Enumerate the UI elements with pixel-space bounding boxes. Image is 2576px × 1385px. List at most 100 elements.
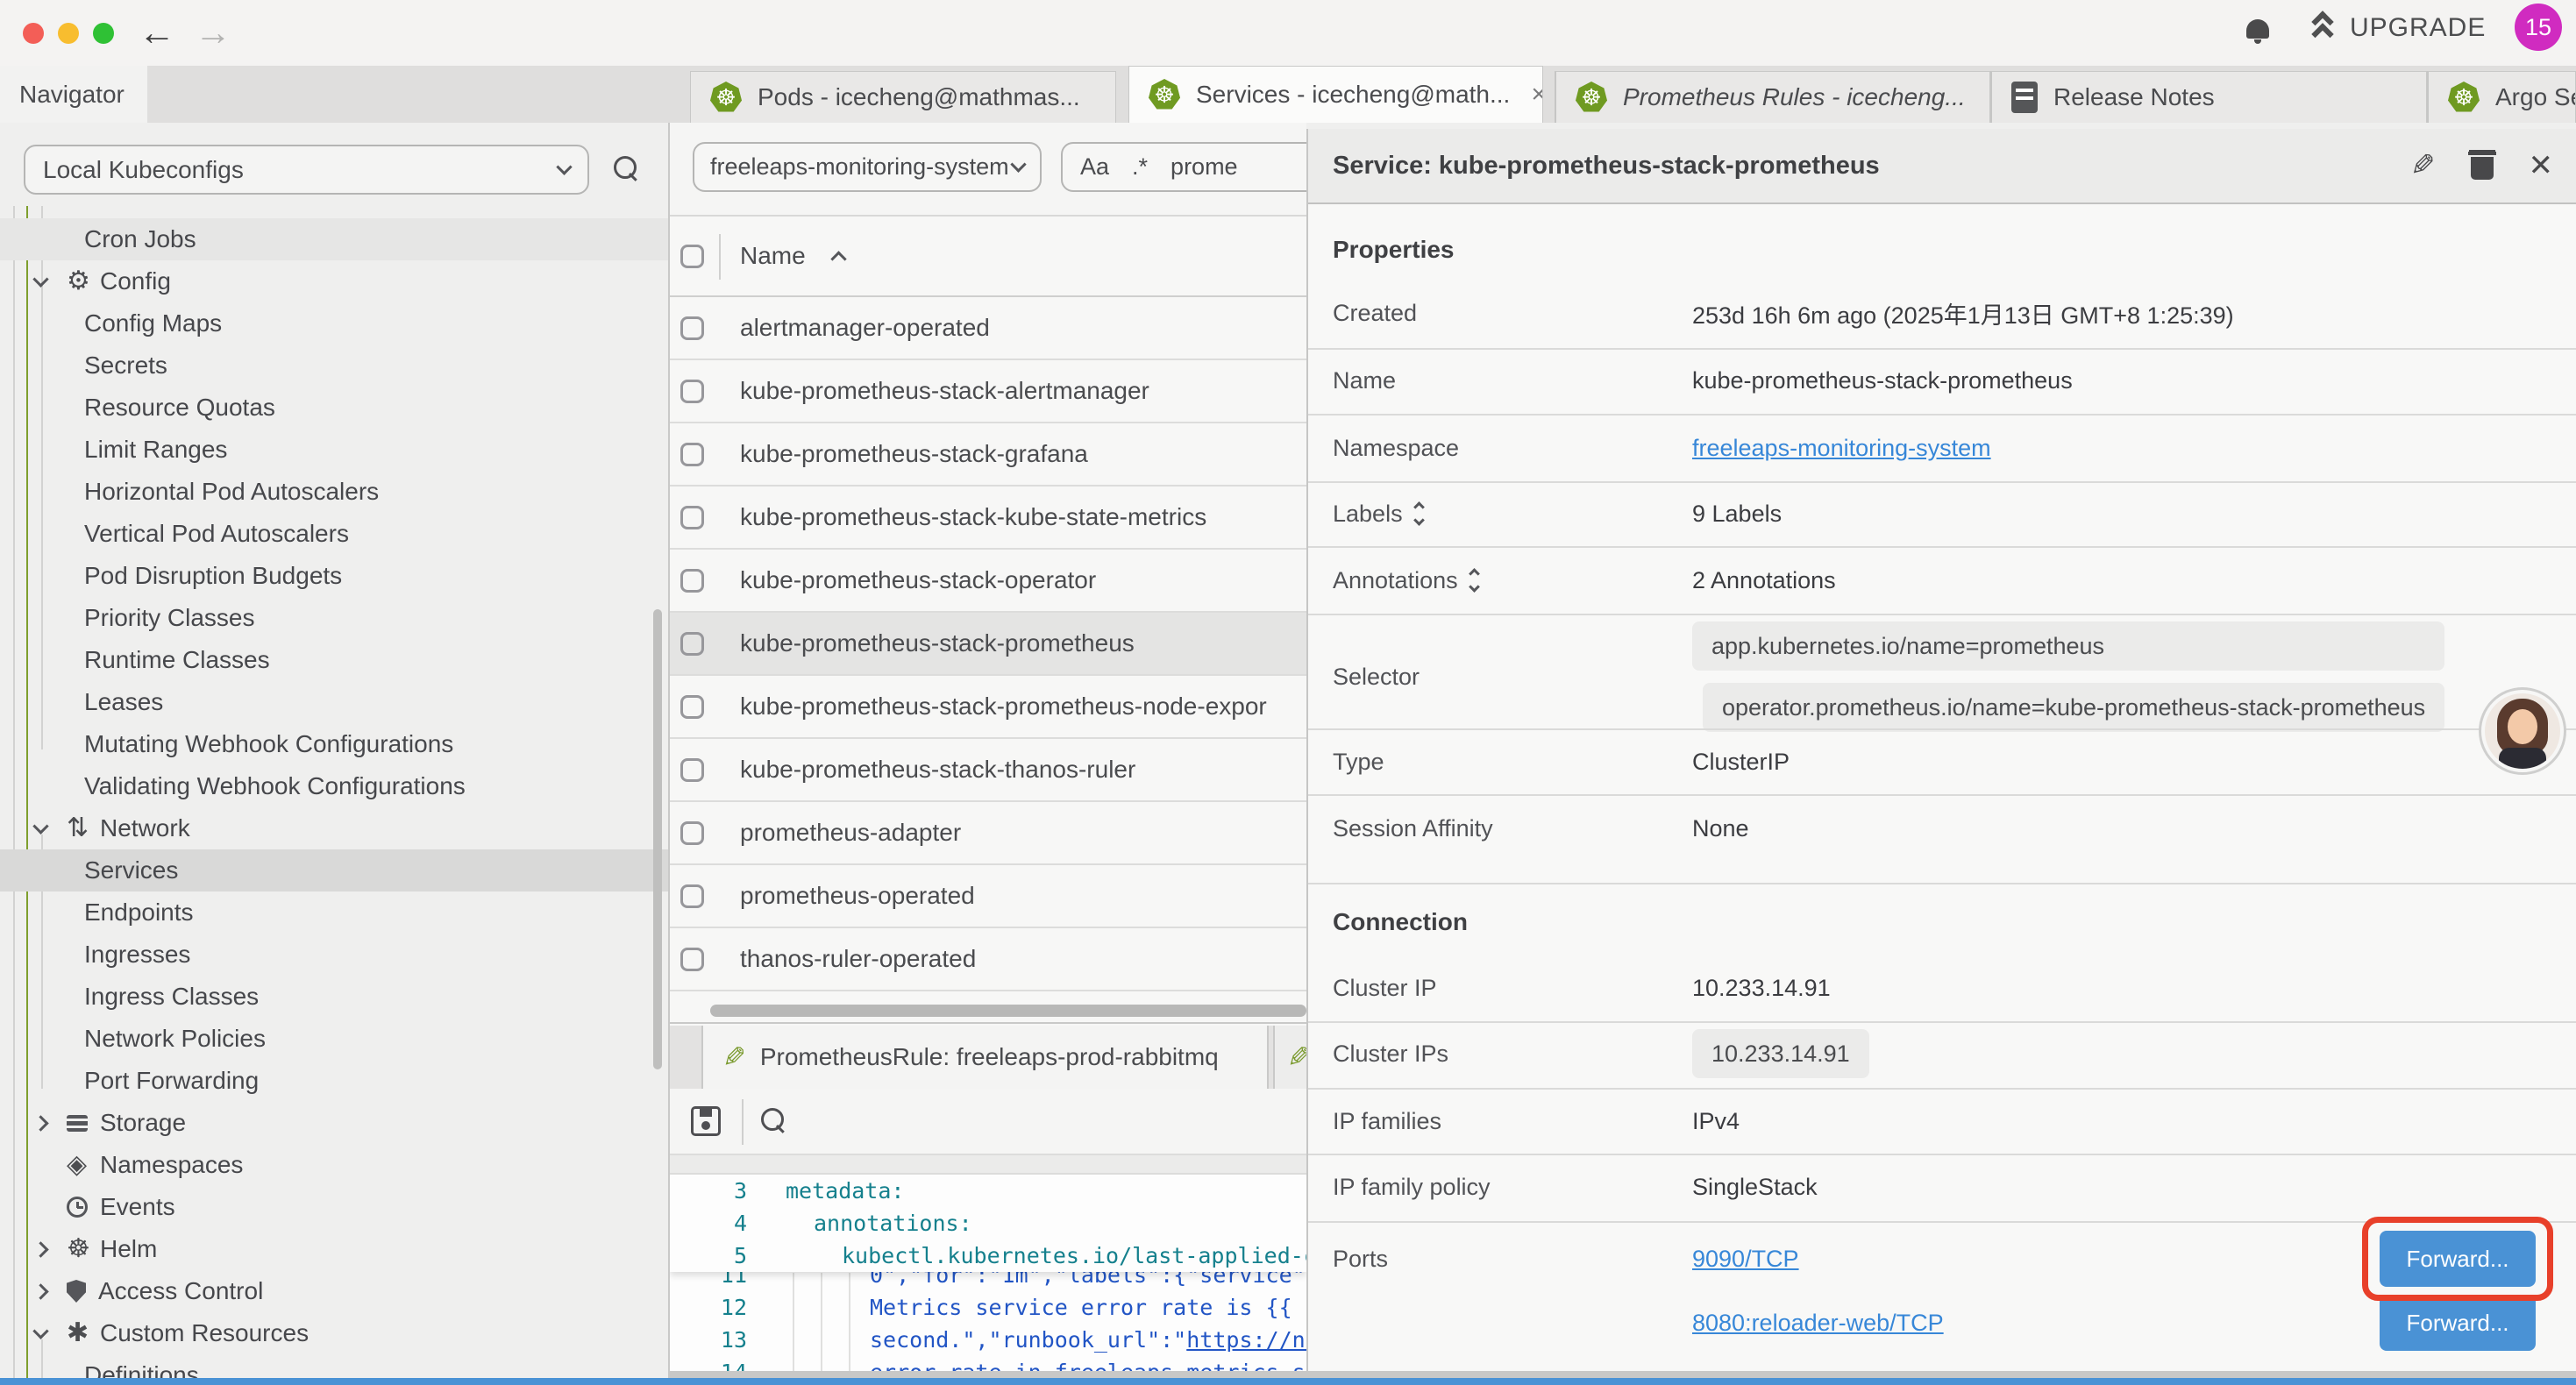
table-row-kube-prometheus-stack-prometheus[interactable]: kube-prometheus-stack-prometheus xyxy=(670,613,1306,676)
horizontal-scrollbar[interactable] xyxy=(710,1005,1306,1017)
editor-sticky-lines: 3metadata:4annotations:5kubectl.kubernet… xyxy=(670,1175,1306,1272)
row-checkbox[interactable] xyxy=(680,632,704,656)
sidebar-item-events[interactable]: Events xyxy=(0,1186,670,1228)
sidebar-item-mutating-webhook-configurations[interactable]: Mutating Webhook Configurations xyxy=(0,723,670,765)
sidebar-item-priority-classes[interactable]: Priority Classes xyxy=(0,597,670,639)
row-checkbox[interactable] xyxy=(680,506,704,529)
tab-pods[interactable]: ☸ Pods - icecheng@mathmas... xyxy=(690,71,1116,123)
sidebar-item-horizontal-pod-autoscalers[interactable]: Horizontal Pod Autoscalers xyxy=(0,471,670,513)
sidebar-item-validating-webhook-configurations[interactable]: Validating Webhook Configurations xyxy=(0,765,670,807)
sidebar-item-ingress-classes[interactable]: Ingress Classes xyxy=(0,976,670,1018)
upgrade-button[interactable]: UPGRADE xyxy=(2311,12,2486,44)
sidebar-item-network-policies[interactable]: Network Policies xyxy=(0,1018,670,1060)
sidebar-item-cron-jobs[interactable]: Cron Jobs xyxy=(0,218,670,260)
edit-pencil-icon[interactable]: ✎ xyxy=(2410,148,2436,183)
sidebar-item-config[interactable]: ⚙Config xyxy=(0,260,670,302)
sidebar-item-endpoints[interactable]: Endpoints xyxy=(0,891,670,934)
sidebar-item-port-forwarding[interactable]: Port Forwarding xyxy=(0,1060,670,1102)
search-icon[interactable] xyxy=(761,1108,787,1134)
sidebar-item-custom-resources[interactable]: ✱Custom Resources xyxy=(0,1312,670,1354)
yaml-editor[interactable]: 3metadata:4annotations:5kubectl.kubernet… xyxy=(670,1175,1306,1378)
sidebar-item-resource-quotas[interactable]: Resource Quotas xyxy=(0,387,670,429)
traffic-light-zoom-button[interactable] xyxy=(93,23,114,44)
kubernetes-icon: ☸ xyxy=(710,82,742,113)
table-row-prometheus-adapter[interactable]: prometheus-adapter xyxy=(670,802,1306,865)
sidebar-item-label: Namespaces xyxy=(100,1151,243,1179)
services-list-view: freeleaps-monitoring-system Aa .* prome … xyxy=(670,123,1306,1378)
tab-prometheus-rules[interactable]: ☸ Prometheus Rules - icecheng... xyxy=(1555,71,1990,123)
sort-toggle-icon[interactable] xyxy=(1470,570,1478,591)
row-checkbox[interactable] xyxy=(680,443,704,466)
table-row-kube-prometheus-stack-thanos-ruler[interactable]: kube-prometheus-stack-thanos-ruler xyxy=(670,739,1306,802)
table-row-kube-prometheus-stack-grafana[interactable]: kube-prometheus-stack-grafana xyxy=(670,423,1306,487)
sidebar-item-network[interactable]: ⇅Network xyxy=(0,807,670,849)
editor-tab-prometheusrule[interactable]: ✎ PrometheusRule: freeleaps-prod-rabbitm… xyxy=(701,1026,1269,1089)
sidebar-item-ingresses[interactable]: Ingresses xyxy=(0,934,670,976)
sidebar-item-runtime-classes[interactable]: Runtime Classes xyxy=(0,639,670,681)
port-link-8080[interactable]: 8080:reloader-web/TCP xyxy=(1692,1299,1944,1346)
notifications-bell-icon[interactable] xyxy=(2246,19,2269,39)
property-row-labels: Labels 9 Labels xyxy=(1333,487,2576,540)
port-link-9090[interactable]: 9090/TCP xyxy=(1692,1235,1799,1282)
row-checkbox[interactable] xyxy=(680,380,704,403)
traffic-light-minimize-button[interactable] xyxy=(58,23,79,44)
service-name: prometheus-adapter xyxy=(740,819,961,847)
service-name: alertmanager-operated xyxy=(740,314,990,342)
table-row-alertmanager-operated[interactable]: alertmanager-operated xyxy=(670,297,1306,360)
table-row-kube-prometheus-stack-prometheus-node-expor[interactable]: kube-prometheus-stack-prometheus-node-ex… xyxy=(670,676,1306,739)
row-checkbox[interactable] xyxy=(680,821,704,845)
traffic-light-close-button[interactable] xyxy=(23,23,44,44)
pane-divider[interactable] xyxy=(670,1022,1306,1024)
sidebar-item-services[interactable]: Services xyxy=(0,849,670,891)
navigator-tab[interactable]: Navigator xyxy=(0,66,147,123)
row-checkbox[interactable] xyxy=(680,758,704,782)
sidebar-scrollbar[interactable] xyxy=(653,609,662,1069)
user-badge[interactable]: 15 xyxy=(2515,4,2562,51)
row-checkbox[interactable] xyxy=(680,948,704,971)
back-arrow-icon[interactable]: ← xyxy=(139,12,175,53)
sidebar-item-secrets[interactable]: Secrets xyxy=(0,344,670,387)
table-row-kube-prometheus-stack-kube-state-metrics[interactable]: kube-prometheus-stack-kube-state-metrics xyxy=(670,487,1306,550)
sidebar-item-config-maps[interactable]: Config Maps xyxy=(0,302,670,344)
service-name: kube-prometheus-stack-grafana xyxy=(740,440,1088,468)
row-checkbox[interactable] xyxy=(680,695,704,719)
sort-toggle-icon[interactable] xyxy=(1415,503,1423,524)
forward-port-button[interactable]: Forward... xyxy=(2380,1295,2536,1351)
table-row-kube-prometheus-stack-operator[interactable]: kube-prometheus-stack-operator xyxy=(670,550,1306,613)
sidebar-item-label: Storage xyxy=(100,1109,186,1137)
close-panel-icon[interactable]: ✕ xyxy=(2529,148,2554,183)
delete-trash-icon[interactable] xyxy=(2471,152,2494,180)
sidebar-item-access-control[interactable]: Access Control xyxy=(0,1270,670,1312)
table-row-thanos-ruler-operated[interactable]: thanos-ruler-operated xyxy=(670,928,1306,991)
sidebar-item-leases[interactable]: Leases xyxy=(0,681,670,723)
sidebar-item-vertical-pod-autoscalers[interactable]: Vertical Pod Autoscalers xyxy=(0,513,670,555)
sidebar-item-namespaces[interactable]: ◈Namespaces xyxy=(0,1144,670,1186)
service-name: kube-prometheus-stack-operator xyxy=(740,566,1096,594)
tab-argo[interactable]: ☸ Argo Se xyxy=(2427,71,2576,123)
namespace-link[interactable]: freeleaps-monitoring-system xyxy=(1692,435,1991,462)
tab-release-notes[interactable]: Release Notes xyxy=(1990,71,2427,123)
editor-line-5: 5kubectl.kubernetes.io/last-applied-co xyxy=(670,1239,1306,1272)
property-value: SingleStack xyxy=(1692,1174,1818,1201)
property-value[interactable]: 2 Annotations xyxy=(1692,567,1836,594)
forward-arrow-icon[interactable]: → xyxy=(195,12,231,53)
table-row-kube-prometheus-stack-alertmanager[interactable]: kube-prometheus-stack-alertmanager xyxy=(670,360,1306,423)
sidebar-item-helm[interactable]: ☸Helm xyxy=(0,1228,670,1270)
avatar[interactable] xyxy=(2481,690,2564,772)
access-icon xyxy=(67,1280,86,1303)
sidebar-item-limit-ranges[interactable]: Limit Ranges xyxy=(0,429,670,471)
close-tab-icon[interactable]: × xyxy=(1531,80,1543,110)
property-value[interactable]: 9 Labels xyxy=(1692,501,1782,528)
row-checkbox[interactable] xyxy=(680,569,704,593)
save-icon[interactable] xyxy=(691,1106,721,1136)
sidebar-item-storage[interactable]: Storage xyxy=(0,1102,670,1144)
row-checkbox[interactable] xyxy=(680,316,704,340)
sidebar-item-pod-disruption-budgets[interactable]: Pod Disruption Budgets xyxy=(0,555,670,597)
tab-services[interactable]: ☸ Services - icecheng@math... × xyxy=(1128,66,1543,123)
row-checkbox[interactable] xyxy=(680,884,704,908)
sidebar-item-definitions[interactable]: Definitions xyxy=(0,1354,670,1378)
editor-tab-next[interactable]: ✎ xyxy=(1273,1026,1306,1089)
editor-tab-bar: ✎ PrometheusRule: freeleaps-prod-rabbitm… xyxy=(670,1026,1306,1089)
table-row-prometheus-operated[interactable]: prometheus-operated xyxy=(670,865,1306,928)
sidebar-item-label: Network xyxy=(100,814,190,842)
